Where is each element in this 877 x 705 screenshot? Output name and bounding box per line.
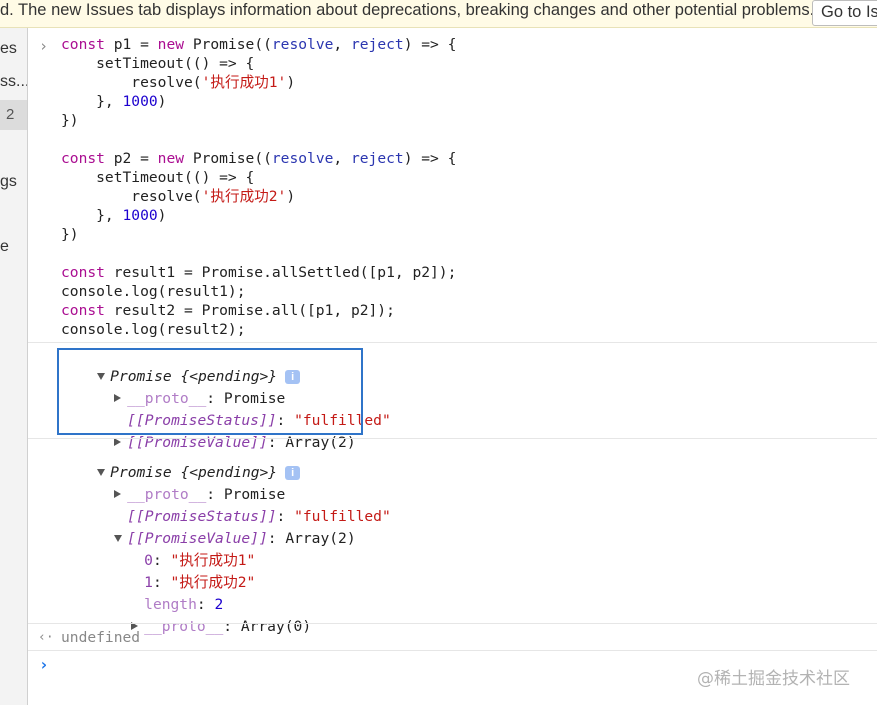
code-line: }) [61, 111, 79, 130]
code-line: resolve('执行成功2') [61, 187, 295, 206]
code-token: ) [286, 74, 296, 91]
code-token: }, [61, 93, 123, 110]
output2-status-row: [[PromiseStatus]]: "fulfilled" [127, 508, 391, 525]
code-token: reject [350, 150, 404, 167]
return-value-icon: ‹· [38, 630, 54, 645]
separator [28, 623, 877, 624]
code-token: result2 = Promise.all([p1, p2]); [113, 302, 395, 319]
input-prompt-icon: › [39, 655, 49, 674]
code-line: resolve('执行成功1') [61, 73, 295, 92]
code-line: console.log(result1); [61, 282, 246, 301]
code-line: }) [61, 225, 79, 244]
highlight-annotation-box [57, 348, 363, 435]
code-token: Promise(( [192, 36, 272, 53]
code-token: , [333, 36, 351, 53]
code-token: result1 = Promise.allSettled([p1, p2]); [113, 264, 457, 281]
go-to-issues-button[interactable]: Go to Is [812, 0, 877, 26]
code-token: console.log(result2); [61, 321, 246, 338]
value-value: Array(2) [285, 530, 356, 547]
code-token: '执行成功2' [201, 188, 287, 205]
code-token: resolve( [61, 74, 202, 91]
code-token: }) [61, 112, 79, 129]
code-token: const [61, 264, 114, 281]
separator [28, 438, 877, 439]
code-token: ) [157, 93, 167, 110]
proto-key: __proto__ [144, 618, 224, 635]
array-length: length: 2 [144, 596, 224, 613]
sidebar-item-user-messages[interactable]: ss... [0, 73, 27, 91]
code-token: const [61, 36, 114, 53]
output2-value-row[interactable]: [[PromiseValue]]: Array(2) [79, 510, 356, 547]
output2-proto-row[interactable]: __proto__: Promise [79, 466, 285, 503]
code-line: const p2 = new Promise((resolve, reject)… [61, 149, 456, 168]
code-token: ) [286, 188, 296, 205]
code-token: resolve [271, 150, 334, 167]
return-value: undefined [61, 629, 141, 646]
watermark: @稀土掘金技术社区 [697, 669, 850, 689]
code-token: Promise(( [192, 150, 272, 167]
code-line: const result1 = Promise.allSettled([p1, … [61, 263, 456, 282]
code-token: , [333, 150, 351, 167]
code-line: setTimeout(() => { [61, 54, 254, 73]
code-token: resolve [271, 36, 334, 53]
sidebar-item-messages[interactable]: es [0, 40, 17, 58]
array-item-1: 1: "执行成功2" [144, 574, 256, 591]
code-token: 1000 [122, 93, 158, 110]
sidebar-item-verbose[interactable]: e [0, 238, 9, 256]
code-token: p2 = [113, 150, 158, 167]
code-token: 1000 [122, 207, 158, 224]
separator [28, 342, 877, 343]
banner-text: d. The new Issues tab displays informati… [0, 1, 815, 19]
console-sidebar: es ss... 2 gs e [0, 28, 28, 705]
code-token: }, [61, 207, 123, 224]
code-token: reject [350, 36, 404, 53]
code-token: p1 = [113, 36, 158, 53]
code-token: new [157, 150, 193, 167]
output2-header[interactable]: Promise {<pending>} i [62, 444, 301, 481]
proto-value: Array(0) [240, 618, 312, 635]
code-token: resolve( [61, 188, 202, 205]
code-line: const result2 = Promise.all([p1, p2]); [61, 301, 395, 320]
code-token: ) [157, 207, 167, 224]
code-line: console.log(result2); [61, 320, 246, 339]
input-prompt-icon: › [39, 37, 49, 55]
code-token: new [157, 36, 193, 53]
code-line: setTimeout(() => { [61, 168, 254, 187]
separator [28, 650, 877, 651]
code-token: '执行成功1' [201, 74, 287, 91]
code-token: ) => { [403, 150, 457, 167]
array-item-0: 0: "执行成功1" [144, 552, 256, 569]
array-proto-row[interactable]: __proto__: Array(0) [96, 598, 311, 635]
code-token: setTimeout(() => { [61, 55, 255, 72]
code-token: console.log(result1); [61, 283, 246, 300]
issues-banner: d. The new Issues tab displays informati… [0, 0, 877, 28]
sidebar-item-warnings[interactable]: gs [0, 173, 17, 191]
code-token: const [61, 150, 114, 167]
info-icon[interactable]: i [285, 466, 301, 480]
code-line: }, 1000) [61, 206, 166, 225]
code-line: }, 1000) [61, 92, 166, 111]
code-token: setTimeout(() => { [61, 169, 255, 186]
code-line: const p1 = new Promise((resolve, reject)… [61, 35, 456, 54]
sidebar-item-count: 2 [6, 106, 15, 123]
code-token: ) => { [403, 36, 457, 53]
code-token: const [61, 302, 114, 319]
code-token: }) [61, 226, 79, 243]
